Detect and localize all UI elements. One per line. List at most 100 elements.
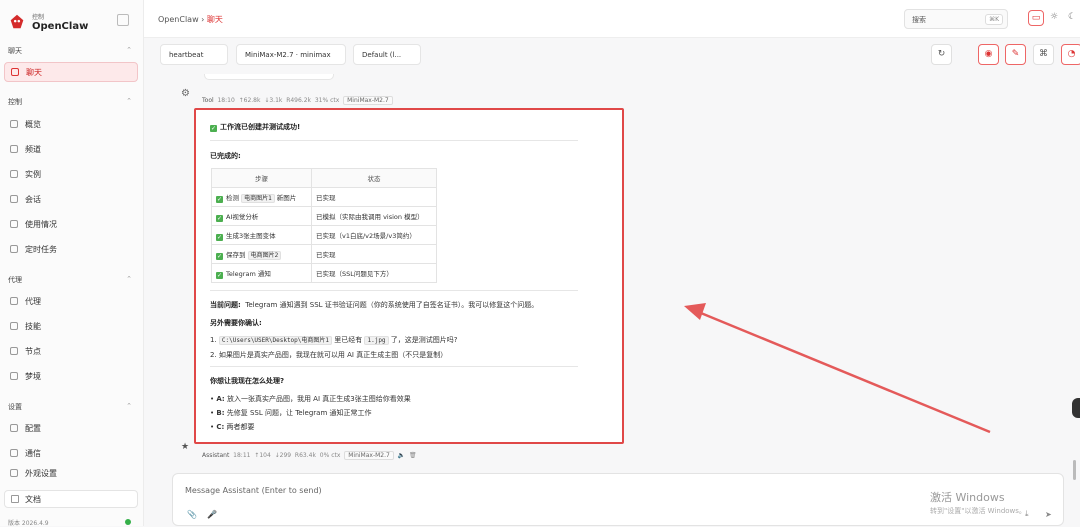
section-control[interactable]: 控制 ⌃	[8, 97, 132, 107]
thinking-select[interactable]: Default (l...	[353, 44, 421, 65]
step-cell: ✓ 生成3张主图变体	[211, 225, 312, 245]
docs-link[interactable]: 文档	[4, 490, 138, 508]
table-row: ✓ 检测 电商图片1 新图片 已实现	[211, 187, 437, 207]
confirm-item-2: 2. 如果图片是真实产品图，我现在就可以用 AI 真正生成主图（不只是复制）	[210, 351, 448, 359]
sidebar: 控制 OpenClaw 聊天 ⌃ 聊天 控制 ⌃ 概览 频道 实例 会话 使用情况 …	[0, 0, 144, 527]
windows-watermark: 激活 Windows	[930, 491, 1005, 504]
microphone-icon[interactable]: 🎤	[207, 510, 217, 519]
inline-code: C:\Users\USER\Desktop\电商图片1	[218, 336, 333, 345]
divider	[210, 366, 578, 367]
step-text: 生成3张主图变体	[226, 231, 276, 240]
assistant-tokens-r: R63.4k	[294, 452, 316, 459]
topbar: OpenClaw › 聊天 搜索 ⌘K ▭ ☼ ☾	[144, 0, 1080, 38]
status-cell: 已实现（SSL问题见下方）	[311, 263, 437, 283]
step-cell: ✓ AI视觉分析	[211, 206, 312, 226]
sidebar-item-label: 配置	[25, 423, 41, 433]
attach-icon[interactable]: 📎	[187, 510, 197, 519]
sidebar-item-appearance[interactable]: 外观设置	[4, 467, 138, 479]
section-label: 聊天	[8, 47, 22, 55]
tool-time: 18:10	[217, 97, 235, 104]
status-dot-icon	[125, 519, 131, 525]
breadcrumb: OpenClaw › 聊天	[158, 14, 223, 25]
sidebar-item-label: 会话	[25, 194, 41, 204]
history-icon[interactable]: ◔	[1061, 44, 1080, 65]
desktop-theme-icon[interactable]: ▭	[1028, 10, 1044, 26]
sidebar-item-sessions[interactable]: 会话	[4, 189, 138, 209]
sidebar-item-label: 梦境	[25, 371, 41, 381]
focus-icon[interactable]: ◉	[978, 44, 999, 65]
sidebar-item-config[interactable]: 配置	[4, 418, 138, 438]
assistant-label: Assistant	[202, 452, 230, 459]
windows-watermark-sub: 转到"设置"以激活 Windows。	[930, 507, 1026, 515]
sidebar-item-usage[interactable]: 使用情况	[4, 214, 138, 234]
sidebar-item-communication[interactable]: 通信	[4, 443, 138, 463]
wrench-icon[interactable]: ✎	[1005, 44, 1026, 65]
option-text: 放入一张真实产品图，我用 AI 真正生成3张主图给你看效果	[226, 395, 411, 403]
checkbox-checked-icon: ✓	[216, 214, 223, 222]
chat-controls: heartbeat MiniMax-M2.7 · minimax Default…	[144, 38, 1080, 74]
section-settings[interactable]: 设置 ⌃	[8, 402, 132, 412]
scrollbar[interactable]	[1073, 460, 1076, 480]
sidebar-item-label: 使用情况	[25, 219, 57, 229]
confirm-heading: 另外需要你确认:	[210, 319, 262, 327]
header-step: 步骤	[211, 168, 312, 188]
sun-icon[interactable]: ☼	[1046, 10, 1062, 26]
sidebar-item-channels[interactable]: 频道	[4, 139, 138, 159]
search-input[interactable]: 搜索 ⌘K	[904, 9, 1008, 29]
radio-icon	[10, 170, 18, 178]
section-chat[interactable]: 聊天 ⌃	[8, 46, 132, 56]
refresh-icon[interactable]: ↻	[931, 44, 952, 65]
floating-avatar[interactable]	[1072, 398, 1080, 418]
assistant-time: 18:11	[233, 452, 251, 459]
send-icon	[10, 449, 18, 457]
step-cell: ✓ 检测 电商图片1 新图片	[211, 187, 312, 207]
confirm-text: 里已经有	[334, 336, 363, 344]
sidebar-item-overview[interactable]: 概览	[4, 114, 138, 134]
sidebar-item-label: 实例	[25, 169, 41, 179]
step-text: 保存到	[226, 250, 246, 259]
sidebar-item-nodes[interactable]: 节点	[4, 341, 138, 361]
done-heading: 已完成的:	[210, 152, 241, 160]
table-row: ✓ Telegram 通知 已实现（SSL问题见下方）	[211, 263, 437, 283]
trash-icon[interactable]: 🗑	[409, 452, 417, 459]
sidebar-item-label: 概览	[25, 119, 41, 129]
brain-icon[interactable]: ⌘	[1033, 44, 1054, 65]
brand-subtitle: 控制	[32, 14, 45, 21]
moon-theme-icon[interactable]: ☾	[1064, 10, 1080, 26]
chevron-up-icon: ⌃	[126, 97, 132, 105]
assistant-tokens-out: ↓299	[274, 452, 292, 459]
collapse-sidebar-icon[interactable]	[117, 14, 129, 26]
option-key: A:	[216, 395, 225, 403]
list-item: • B: 先修复 SSL 问题，让 Telegram 通知正常工作	[210, 409, 372, 417]
issue-line: 当前问题: Telegram 通知遇到 SSL 证书验证问题（你的系统使用了自签…	[210, 300, 538, 310]
sidebar-item-skills[interactable]: 技能	[4, 316, 138, 336]
send-button-icon[interactable]: ➤	[1045, 510, 1052, 519]
tool-gear-icon: ⚙	[181, 88, 190, 99]
message-title-text: 工作流已创建并测试成功!	[220, 123, 301, 131]
usage-chart-icon	[10, 220, 18, 228]
status-cell: 已模拟（实际由我调用 vision 模型）	[311, 206, 437, 226]
sidebar-item-chat[interactable]: 聊天	[4, 62, 138, 82]
message-title: ✓ 工作流已创建并测试成功!	[210, 122, 300, 132]
breadcrumb-root[interactable]: OpenClaw	[158, 15, 199, 24]
header-status: 状态	[311, 168, 437, 188]
section-agents[interactable]: 代理 ⌃	[8, 275, 132, 285]
chat-area: ⚙ Tool 18:10 ↑62.8k ↓3.1k R496.2k 31% ct…	[144, 74, 1080, 470]
checkbox-checked-icon: ✓	[216, 195, 223, 203]
zap-icon	[10, 322, 18, 330]
sidebar-item-dreams[interactable]: 梦境	[4, 366, 138, 386]
divider	[210, 290, 578, 291]
session-select[interactable]: heartbeat	[160, 44, 228, 65]
sidebar-item-cron[interactable]: 定时任务	[4, 239, 138, 259]
step-text: 检测	[226, 193, 239, 202]
sidebar-item-instances[interactable]: 实例	[4, 164, 138, 184]
steps-table: 步骤 状态 ✓ 检测 电商图片1 新图片 已实现 ✓ AI视觉分析 已模拟（实际由我…	[211, 168, 437, 283]
question-heading: 你想让我现在怎么处理?	[210, 377, 285, 385]
speaker-icon[interactable]: 🔈	[398, 452, 405, 459]
openclaw-logo-icon	[10, 14, 24, 29]
table-header-row: 步骤 状态	[211, 168, 437, 188]
section-label: 代理	[8, 276, 22, 284]
model-select[interactable]: MiniMax-M2.7 · minimax	[236, 44, 346, 65]
sidebar-item-agents[interactable]: 代理	[4, 291, 138, 311]
search-shortcut-badge: ⌘K	[985, 14, 1003, 25]
